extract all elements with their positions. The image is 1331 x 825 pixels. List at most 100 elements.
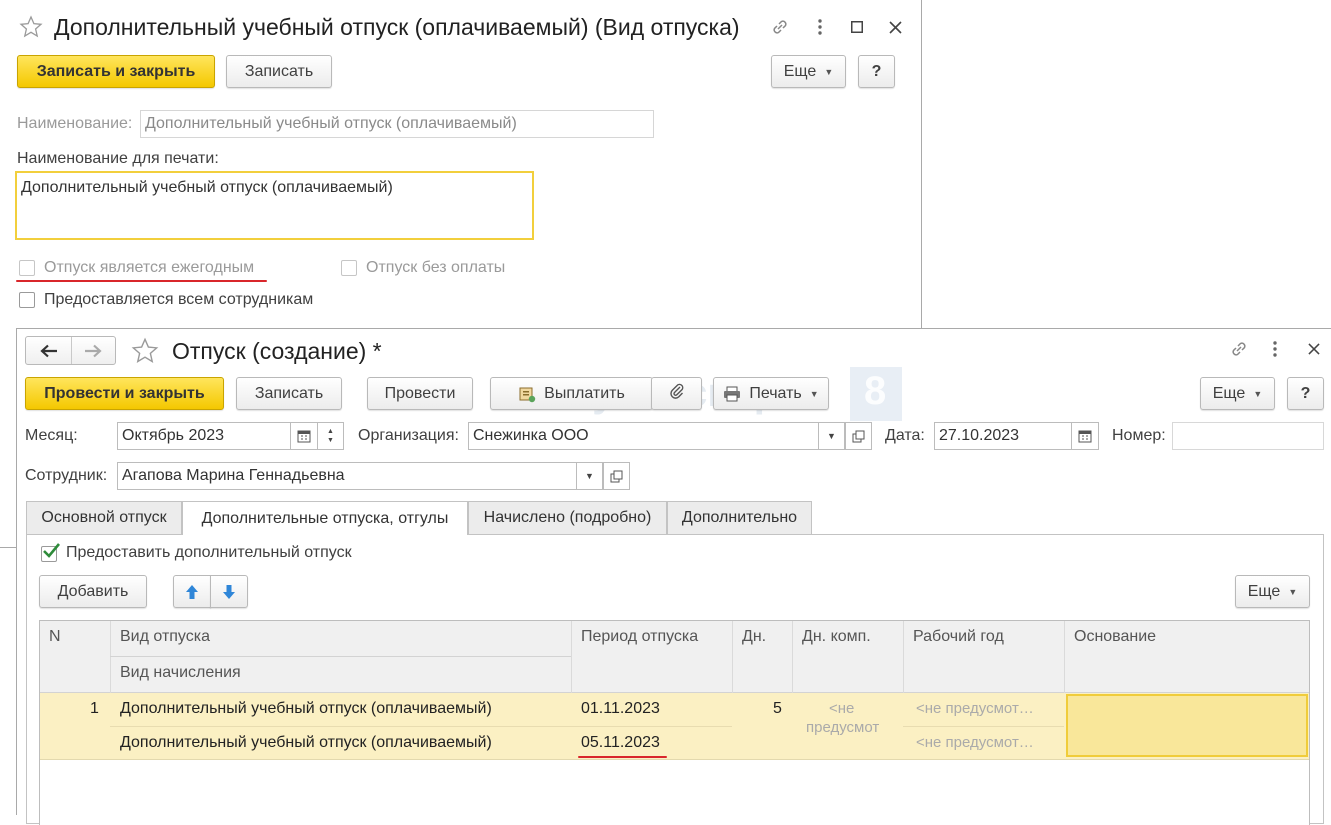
col-header-basis[interactable]: Основание bbox=[1074, 628, 1156, 646]
save-close-button[interactable]: Записать и закрыть bbox=[17, 55, 215, 88]
col-header-type[interactable]: Вид отпуска bbox=[120, 628, 210, 646]
month-stepper[interactable]: ▲ ▼ bbox=[318, 422, 344, 450]
col-header-n[interactable]: N bbox=[49, 628, 61, 646]
employee-field[interactable]: Агапова Марина Геннадьевна bbox=[117, 462, 577, 490]
date-label: Дата: bbox=[885, 427, 925, 444]
more-button-label: Еще bbox=[1212, 384, 1246, 402]
favorite-star-icon[interactable] bbox=[130, 336, 160, 366]
calendar-icon bbox=[297, 430, 311, 443]
unpaid-leave-checkbox[interactable] bbox=[341, 260, 357, 276]
attach-button[interactable] bbox=[651, 377, 702, 410]
cell-days[interactable]: 5 bbox=[773, 700, 782, 718]
cell-type[interactable]: Дополнительный учебный отпуск (оплачивае… bbox=[120, 700, 492, 718]
move-up-button[interactable] bbox=[173, 575, 211, 608]
employee-open-button[interactable] bbox=[603, 462, 630, 490]
provide-leave-label: Предоставить дополнительный отпуск bbox=[66, 544, 352, 561]
chevron-down-icon: ▼ bbox=[824, 66, 834, 77]
save-button[interactable]: Записать bbox=[236, 377, 342, 410]
employee-label: Сотрудник: bbox=[25, 467, 108, 484]
open-icon bbox=[610, 470, 623, 482]
organization-field[interactable]: Снежинка ООО bbox=[468, 422, 819, 450]
calendar-button[interactable] bbox=[1072, 422, 1099, 450]
col-header-work-year[interactable]: Рабочий год bbox=[913, 628, 1004, 646]
chevron-down-icon: ▼ bbox=[1288, 586, 1298, 597]
open-icon bbox=[852, 430, 865, 442]
name-field[interactable]: Дополнительный учебный отпуск (оплачивае… bbox=[140, 110, 654, 138]
pay-icon bbox=[518, 385, 536, 403]
all-employees-checkbox[interactable] bbox=[19, 292, 35, 308]
row-split bbox=[903, 726, 1064, 727]
more-vert-icon[interactable] bbox=[1263, 337, 1287, 361]
help-button[interactable]: ? bbox=[1287, 377, 1324, 410]
tab-additional-leaves[interactable]: Дополнительные отпуска, отгулы bbox=[182, 501, 468, 535]
more-button[interactable]: Еще ▼ bbox=[1200, 377, 1275, 410]
leaves-table: N Вид отпуска Вид начисления Период отпу… bbox=[39, 620, 1310, 825]
move-down-button[interactable] bbox=[210, 575, 248, 608]
more-vert-icon[interactable] bbox=[808, 15, 832, 39]
print-name-text: Дополнительный учебный отпуск (оплачивае… bbox=[21, 179, 393, 196]
cell-accrual[interactable]: Дополнительный учебный отпуск (оплачивае… bbox=[120, 734, 492, 752]
col-header-comp-days[interactable]: Дн. комп. bbox=[802, 628, 871, 646]
leave-document-window: БухЭксперт 8 а ответов по учёту Отпуск (… bbox=[16, 328, 1331, 825]
number-field[interactable] bbox=[1172, 422, 1324, 450]
month-field[interactable]: Октябрь 2023 bbox=[117, 422, 291, 450]
back-arrow-icon[interactable] bbox=[26, 337, 72, 364]
step-up-icon[interactable]: ▲ bbox=[327, 427, 334, 436]
nav-group bbox=[25, 336, 116, 365]
cell-basis[interactable] bbox=[1066, 694, 1308, 757]
cell-work-year-1[interactable]: <не предусмот… bbox=[916, 700, 1034, 717]
watermark-number-box bbox=[850, 367, 902, 421]
more-button-label: Еще bbox=[783, 62, 817, 80]
pay-button-label: Выплатить bbox=[544, 384, 625, 402]
table-more-button[interactable]: Еще ▼ bbox=[1235, 575, 1310, 608]
organization-open-button[interactable] bbox=[845, 422, 872, 450]
col-header-period[interactable]: Период отпуска bbox=[581, 628, 698, 646]
close-icon[interactable] bbox=[1302, 337, 1326, 361]
pay-button[interactable]: Выплатить bbox=[490, 377, 653, 410]
red-underline bbox=[578, 756, 667, 758]
organization-dropdown[interactable]: ▼ bbox=[819, 422, 845, 450]
annual-leave-checkbox[interactable] bbox=[19, 260, 35, 276]
name-label: Наименование: bbox=[17, 115, 133, 132]
cell-n: 1 bbox=[90, 700, 99, 717]
close-icon[interactable] bbox=[883, 15, 907, 39]
table-row[interactable]: 1 Дополнительный учебный отпуск (оплачив… bbox=[40, 693, 1309, 760]
forward-arrow-icon[interactable] bbox=[71, 337, 115, 364]
calendar-button[interactable] bbox=[291, 422, 318, 450]
tab-additional[interactable]: Дополнительно bbox=[667, 501, 812, 534]
table-more-label: Еще bbox=[1247, 582, 1281, 600]
maximize-icon[interactable] bbox=[845, 15, 869, 39]
print-button[interactable]: Печать ▼ bbox=[713, 377, 829, 410]
help-button[interactable]: ? bbox=[858, 55, 895, 88]
header-split bbox=[110, 656, 571, 657]
save-button[interactable]: Записать bbox=[226, 55, 332, 88]
annual-leave-label: Отпуск является ежегодным bbox=[44, 259, 255, 276]
cell-end-date[interactable]: 05.11.2023 bbox=[581, 734, 660, 752]
print-button-label: Печать bbox=[749, 384, 802, 402]
add-button[interactable]: Добавить bbox=[39, 575, 147, 608]
step-down-icon[interactable]: ▼ bbox=[327, 436, 334, 445]
printer-icon bbox=[723, 386, 741, 402]
window-title: Отпуск (создание) * bbox=[172, 338, 382, 364]
chevron-down-icon: ▼ bbox=[809, 388, 819, 399]
print-name-field[interactable]: Дополнительный учебный отпуск (оплачивае… bbox=[15, 171, 534, 240]
more-button[interactable]: Еще ▼ bbox=[771, 55, 846, 88]
post-close-button[interactable]: Провести и закрыть bbox=[25, 377, 224, 410]
cell-work-year-2[interactable]: <не предусмот… bbox=[916, 734, 1034, 751]
tab-accrued-detail[interactable]: Начислено (подробно) bbox=[468, 501, 667, 534]
date-field[interactable]: 27.10.2023 bbox=[934, 422, 1072, 450]
col-header-days[interactable]: Дн. bbox=[742, 628, 766, 646]
favorite-star-icon[interactable] bbox=[18, 14, 44, 40]
cell-start-date[interactable]: 01.11.2023 bbox=[581, 700, 660, 718]
arrow-down-icon bbox=[223, 584, 235, 599]
link-icon[interactable] bbox=[1227, 337, 1251, 361]
watermark-number: 8 bbox=[864, 369, 887, 413]
month-label: Месяц: bbox=[25, 427, 78, 444]
employee-dropdown[interactable]: ▼ bbox=[577, 462, 603, 490]
all-employees-label: Предоставляется всем сотрудникам bbox=[44, 291, 314, 308]
link-icon[interactable] bbox=[768, 15, 792, 39]
tab-main-leave[interactable]: Основной отпуск bbox=[26, 501, 182, 534]
post-button[interactable]: Провести bbox=[367, 377, 473, 410]
col-header-accrual[interactable]: Вид начисления bbox=[120, 664, 241, 682]
provide-leave-checkbox[interactable] bbox=[41, 543, 60, 562]
